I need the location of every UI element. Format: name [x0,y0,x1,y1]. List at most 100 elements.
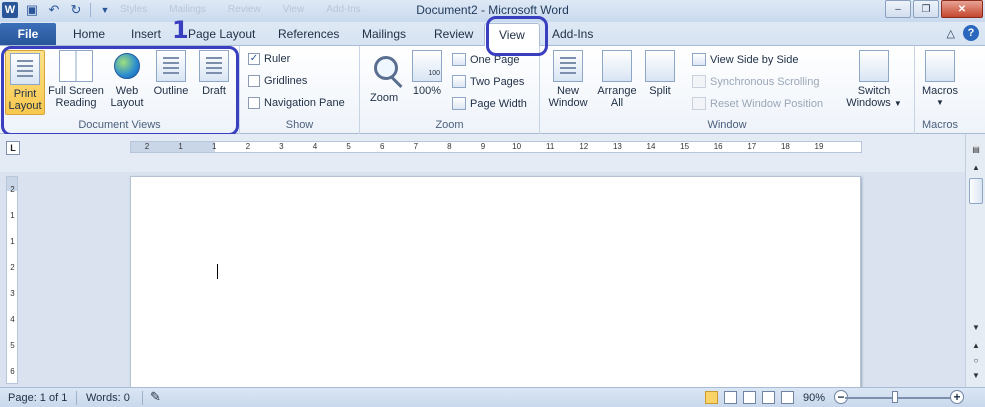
print-layout-label-1: Print [13,88,37,100]
new-window-button[interactable]: New Window [544,50,592,109]
group-label-show: Show [285,119,314,131]
text-cursor [217,264,218,279]
macros-button[interactable]: Macros ▼ [918,50,962,109]
ruler-number: 14 [646,142,656,151]
split-icon [645,50,675,82]
tab-file[interactable]: File [0,23,56,45]
zoom-level[interactable]: 90% [803,392,825,404]
web-layout-view-icon[interactable] [743,391,756,404]
document-page[interactable] [130,176,861,390]
tab-page-layout[interactable]: Page Layout [188,27,255,41]
vertical-ruler[interactable]: 2 1 1 2 3 4 5 6 [6,176,18,384]
status-separator [142,391,143,405]
tab-view[interactable]: View [484,23,540,46]
two-pages-label: Two Pages [470,75,525,88]
page-width-label: Page Width [470,97,527,110]
group-label-zoom: Zoom [435,119,464,131]
outline-button[interactable]: Outline [150,50,192,97]
view-side-by-side-label: View Side by Side [710,53,799,66]
ruler-number: 3 [279,142,284,151]
arrange-all-button[interactable]: Arrange All [593,50,641,109]
ruler-number: 6 [379,142,385,151]
previous-page-icon[interactable]: ▲ [969,338,983,352]
tab-add-ins[interactable]: Add-Ins [552,27,593,41]
close-icon[interactable]: ✕ [941,0,983,18]
reset-position-icon [692,97,706,110]
group-label-macros: Macros [921,119,959,131]
gridlines-check[interactable] [248,75,260,87]
view-ruler-icon[interactable]: ▤ [969,142,983,156]
tab-right-icons: △ ? [947,25,979,41]
gridlines-checkbox[interactable]: Gridlines [248,75,307,87]
ruler-number: 9 [480,142,486,151]
next-page-icon[interactable]: ▼ [969,368,983,382]
new-window-label-1: New [556,85,579,97]
select-browse-object-icon[interactable]: ○ [969,353,983,367]
draft-button[interactable]: Draft [195,50,233,97]
switch-windows-icon [859,50,889,82]
zoom-button[interactable]: Zoom [366,50,406,110]
proofing-icon[interactable]: ✎ [150,389,161,405]
full-screen-label-1: Full Screen [48,85,104,97]
page-count[interactable]: Page: 1 of 1 [8,392,67,404]
vertical-ruler-number: 4 [10,315,15,324]
print-layout-view-icon[interactable] [705,391,718,404]
tab-references[interactable]: References [278,27,339,41]
minimize-icon[interactable]: – [885,0,911,18]
group-window: New Window Arrange All Split View Side b… [540,46,915,134]
navigation-pane-label: Navigation Pane [264,97,345,109]
tab-insert[interactable]: Insert [131,27,161,41]
minimize-ribbon-icon[interactable]: △ [947,27,955,40]
reset-window-position-button[interactable]: Reset Window Position [692,97,823,110]
new-window-label-2: Window [548,97,588,109]
view-side-by-side-button[interactable]: View Side by Side [692,53,798,66]
navigation-pane-checkbox[interactable]: Navigation Pane [248,97,345,109]
tab-home[interactable]: Home [73,27,105,41]
scroll-down-icon[interactable]: ▼ [969,320,983,334]
print-layout-button[interactable]: Print Layout [5,50,45,115]
hundred-percent-button[interactable]: 100 100% [410,50,444,97]
scroll-thumb[interactable] [969,178,983,204]
navigation-pane-check[interactable] [248,97,260,109]
help-icon[interactable]: ? [963,25,979,41]
synchronous-scrolling-button[interactable]: Synchronous Scrolling [692,75,819,88]
ruler-number: 10 [512,142,522,151]
gridlines-label: Gridlines [264,75,308,87]
ruler-number: 4 [312,142,318,151]
reset-window-position-label: Reset Window Position [710,97,824,110]
ruler-number: 1 [178,142,183,151]
vertical-ruler-number: 2 [10,263,15,272]
tab-mailings[interactable]: Mailings [362,27,406,41]
tab-selector[interactable]: L [6,141,20,155]
ruler-number: 8 [447,142,452,151]
zoom-slider-thumb[interactable] [892,391,898,403]
zoom-in-icon[interactable]: + [950,390,964,404]
ruler-checkbox[interactable]: ✓ Ruler [248,53,290,65]
vertical-ruler-number: 1 [10,237,15,246]
zoom-label: Zoom [370,92,399,104]
horizontal-ruler[interactable]: 2 1 1 2 3 4 5 6 7 8 9 10 11 12 13 14 15 16 17 18 19 [130,141,862,153]
split-button[interactable]: Split [643,50,677,97]
web-layout-button[interactable]: Web Layout [107,50,147,109]
full-screen-view-icon[interactable] [724,391,737,404]
word-count[interactable]: Words: 0 [86,392,130,404]
restore-icon[interactable]: ❐ [913,0,939,18]
ruler-check[interactable]: ✓ [248,53,260,65]
full-screen-reading-button[interactable]: Full Screen Reading [48,50,104,109]
ruler-number: 7 [413,142,419,151]
two-pages-button[interactable]: Two Pages [452,75,524,88]
ruler-number: 12 [579,142,589,151]
outline-view-icon[interactable] [762,391,775,404]
status-bar: Page: 1 of 1 Words: 0 ✎ 90% − + [0,387,985,407]
vertical-scrollbar[interactable]: ▤ ▲ ▼ ▲ ○ ▼ [965,134,985,387]
vertical-ruler-number: 6 [10,367,15,376]
page-width-button[interactable]: Page Width [452,97,527,110]
zoom-slider[interactable] [845,397,951,399]
switch-windows-button[interactable]: Switch Windows ▼ [842,50,906,110]
one-page-button[interactable]: One Page [452,53,520,66]
ruler-number: 19 [814,142,824,151]
draft-view-icon[interactable] [781,391,794,404]
outline-icon [156,50,186,82]
tab-review[interactable]: Review [434,27,473,41]
scroll-up-icon[interactable]: ▲ [969,160,983,174]
